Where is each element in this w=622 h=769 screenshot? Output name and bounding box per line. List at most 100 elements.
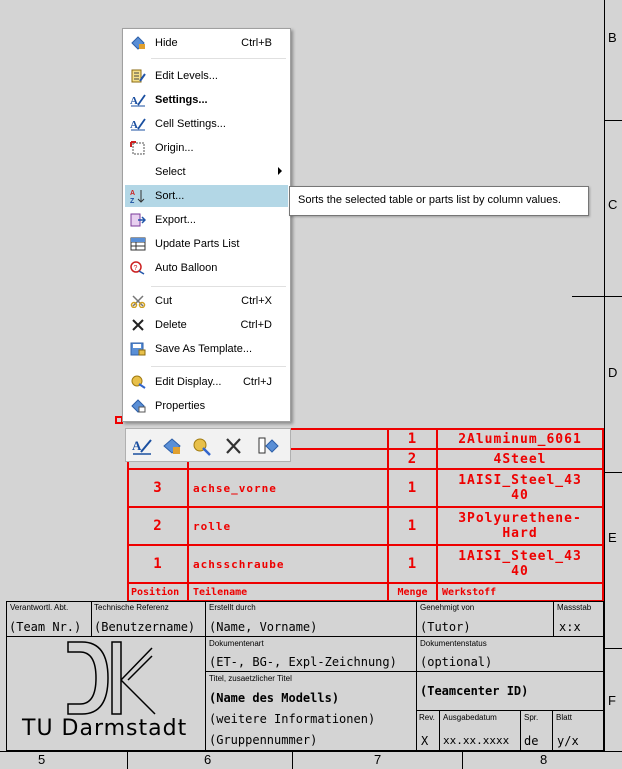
hide-icon[interactable]	[161, 436, 183, 456]
zone-divider-de	[604, 472, 622, 473]
titel-line-3: (Gruppennummer)	[209, 733, 318, 747]
rev-value: X	[421, 734, 429, 748]
submenu-arrow-icon	[278, 167, 282, 175]
material-line-2: 40	[511, 488, 529, 503]
menu-item-shortcut: Ctrl+J	[242, 376, 272, 388]
zone-number-6: 6	[204, 752, 212, 767]
table-row[interactable]: 2 rolle 1 3Polyurethene- Hard	[127, 506, 604, 546]
menu-item-label: Origin...	[155, 142, 194, 154]
massstab-label: Massstab	[557, 603, 592, 612]
zone-letter-d: D	[608, 365, 618, 380]
menu-item-delete[interactable]: Delete Ctrl+D	[125, 314, 288, 336]
name-cell: rolle	[187, 506, 389, 546]
sheet-border-right	[604, 0, 605, 752]
menu-separator	[151, 58, 286, 59]
teamcenter-value: (Teamcenter ID)	[420, 684, 529, 698]
quantity-cell: 2	[387, 448, 438, 470]
position-cell: 3	[127, 468, 189, 508]
svg-text:Z: Z	[130, 198, 135, 203]
settings-icon[interactable]: A	[131, 436, 153, 456]
auto-balloon-icon: ?	[130, 261, 146, 275]
verantwortl-value: (Team Nr.)	[9, 620, 82, 634]
material-line-1: 3Polyurethene-	[458, 511, 582, 526]
zone-letter-c: C	[608, 197, 618, 212]
zone-letter-e: E	[608, 530, 617, 545]
menu-item-label: Update Parts List	[155, 238, 240, 250]
mini-toolbar: A	[125, 428, 291, 462]
spr-value: de	[524, 734, 539, 748]
menu-item-cut[interactable]: Cut Ctrl+X	[125, 290, 288, 312]
edit-levels-icon	[130, 69, 146, 83]
zone-divider-ef	[604, 648, 622, 649]
hide-icon	[130, 36, 146, 50]
edit-display-icon[interactable]	[191, 436, 213, 456]
settings-icon: A	[130, 93, 146, 107]
erstellt-value: (Name, Vorname)	[209, 620, 318, 634]
zone-number-8: 8	[540, 752, 548, 767]
ausgabe-value: xx.xx.xxxx	[443, 734, 510, 747]
menu-item-label: Auto Balloon	[155, 262, 218, 274]
menu-item-settings[interactable]: A Settings...	[125, 89, 288, 111]
menu-item-label: Save As Template...	[155, 343, 253, 355]
titel-line-2: (weitere Informationen)	[209, 712, 376, 726]
header-name: Teilename	[187, 582, 389, 602]
menu-item-label: Hide	[155, 37, 178, 49]
properties-icon	[130, 399, 146, 413]
menu-item-label: Sort...	[155, 190, 185, 202]
zone-divider-bc	[604, 120, 622, 121]
sort-icon: AZ	[130, 189, 146, 205]
update-parts-list-icon	[130, 237, 146, 251]
properties-icon[interactable]	[257, 436, 279, 456]
delete-icon[interactable]	[223, 436, 245, 456]
verantwortl-label: Verantwortl. Abt.	[10, 603, 69, 612]
parts-list-header[interactable]: Position Teilename Menge Werkstoff	[127, 582, 604, 602]
rev-label: Rev.	[419, 713, 435, 722]
material-cell: 1AISI_Steel_43 40	[436, 468, 604, 508]
material-cell: 2Aluminum_6061	[436, 428, 604, 450]
menu-item-sort[interactable]: AZ Sort...	[125, 185, 288, 207]
tech-ref-label: Technische Referenz	[94, 603, 169, 612]
svg-text:A: A	[132, 438, 142, 453]
quantity-cell: 1	[387, 468, 438, 508]
zone-divider-56	[127, 751, 128, 769]
table-row[interactable]: 3 achse_vorne 1 1AISI_Steel_43 40	[127, 468, 604, 508]
menu-item-properties[interactable]: Properties	[125, 395, 288, 417]
menu-item-origin[interactable]: Origin...	[125, 137, 288, 159]
name-cell: achse_vorne	[187, 468, 389, 508]
name-cell: achsschraube	[187, 544, 389, 584]
menu-item-label: Settings...	[155, 94, 208, 106]
menu-item-shortcut: Ctrl+B	[241, 37, 272, 49]
menu-item-hide[interactable]: Hide Ctrl+B	[125, 32, 288, 54]
zone-divider-cd	[572, 296, 622, 297]
svg-text:A: A	[130, 190, 135, 197]
material-line-2: Hard	[502, 526, 538, 541]
menu-item-shortcut: Ctrl+X	[241, 295, 272, 307]
menu-item-cell-settings[interactable]: A Cell Settings...	[125, 113, 288, 135]
table-row[interactable]: 1 achsschraube 1 1AISI_Steel_43 40	[127, 544, 604, 584]
tu-darmstadt-logo	[67, 641, 156, 715]
menu-item-save-as-template[interactable]: Save As Template...	[125, 338, 288, 360]
material-line-1: 1AISI_Steel_43	[458, 549, 582, 564]
menu-item-edit-levels[interactable]: Edit Levels...	[125, 65, 288, 87]
logo-text: TU Darmstadt	[22, 716, 188, 741]
origin-icon	[130, 141, 146, 155]
menu-item-update-parts-list[interactable]: Update Parts List	[125, 233, 288, 255]
quantity-cell: 1	[387, 506, 438, 546]
tech-ref-value: (Benutzername)	[94, 620, 196, 634]
menu-item-export[interactable]: Export...	[125, 209, 288, 231]
svg-text:?: ?	[134, 265, 138, 272]
sort-tooltip: Sorts the selected table or parts list b…	[289, 186, 589, 216]
menu-item-edit-display[interactable]: Edit Display... Ctrl+J	[125, 371, 288, 393]
cell-settings-icon: A	[130, 117, 146, 131]
cut-icon	[130, 294, 146, 309]
zone-number-7: 7	[374, 752, 382, 767]
menu-item-label: Cell Settings...	[155, 118, 226, 130]
menu-separator	[151, 366, 286, 367]
menu-item-label: Select	[155, 166, 186, 178]
sheet-border-bottom	[0, 751, 622, 752]
genehmigt-value: (Tutor)	[420, 620, 471, 634]
menu-item-auto-balloon[interactable]: ? Auto Balloon	[125, 257, 288, 279]
menu-item-select[interactable]: Select	[125, 161, 288, 183]
menu-item-label: Edit Levels...	[155, 70, 218, 82]
position-cell: 1	[127, 544, 189, 584]
